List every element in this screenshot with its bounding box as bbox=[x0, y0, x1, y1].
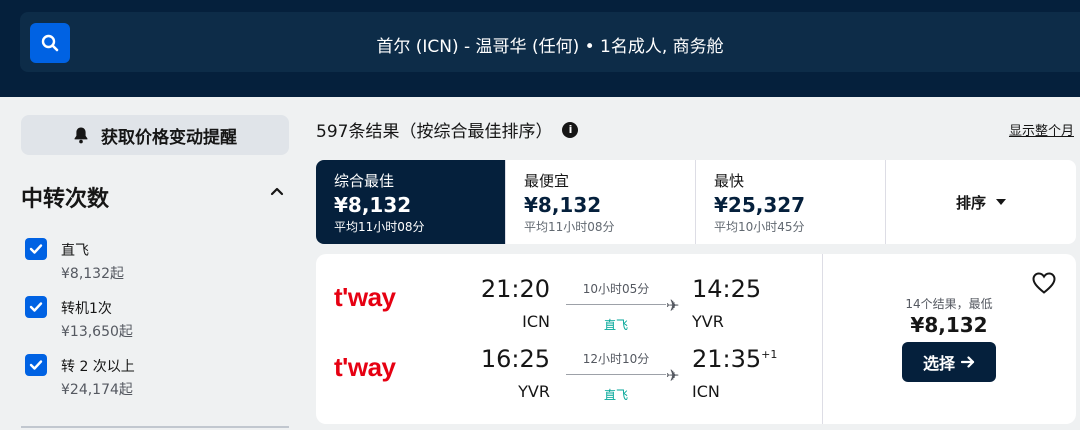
checkmark-icon bbox=[29, 244, 43, 254]
tab-label: 综合最佳 bbox=[334, 172, 395, 190]
arrival-airport: YVR bbox=[692, 312, 724, 331]
arrival-time: 14:25 bbox=[692, 275, 762, 303]
filter-label: 转 2 次以上 bbox=[61, 359, 135, 375]
tab-price: ¥8,132 bbox=[334, 193, 412, 217]
tab-cheapest[interactable]: 最便宜 ¥8,132 平均11小时08分 bbox=[506, 160, 696, 244]
airline-logo: t'way bbox=[334, 352, 396, 382]
arrival-airport: ICN bbox=[692, 382, 720, 401]
tab-price: ¥8,132 bbox=[524, 193, 602, 217]
caret-down-icon bbox=[996, 199, 1006, 205]
filter-price: ¥13,650起 bbox=[61, 324, 133, 340]
flight-duration: 12小时10分 bbox=[582, 352, 650, 366]
stops-label: 直飞 bbox=[603, 318, 628, 332]
departure-time: 21:20 bbox=[480, 275, 550, 303]
show-whole-month-link[interactable]: 显示整个月 bbox=[1009, 120, 1074, 139]
results-count-text: 597条结果（按综合最佳排序） bbox=[316, 122, 553, 142]
tab-duration: 平均11小时08分 bbox=[524, 220, 615, 234]
sort-tabs: 综合最佳 ¥8,132 平均11小时08分 最便宜 ¥8,132 平均11小时0… bbox=[316, 160, 1076, 244]
chevron-up-icon[interactable] bbox=[270, 186, 284, 196]
tab-duration: 平均11小时08分 bbox=[334, 220, 425, 234]
bell-icon bbox=[74, 127, 88, 144]
filter-label: 转机1次 bbox=[61, 301, 112, 317]
heart-icon[interactable] bbox=[1032, 272, 1056, 294]
checkbox-one-stop[interactable] bbox=[25, 296, 47, 318]
search-summary-bar[interactable]: 首尔 (ICN) - 温哥华 (任何) • 1名成人, 商务舱 bbox=[20, 12, 1080, 72]
checkbox-direct[interactable] bbox=[25, 238, 47, 260]
checkmark-icon bbox=[29, 302, 43, 312]
airline-logo: t'way bbox=[334, 282, 396, 312]
route-line bbox=[566, 304, 666, 305]
sort-dropdown[interactable]: 排序 bbox=[886, 160, 1076, 244]
stops-label: 直飞 bbox=[603, 388, 628, 402]
tab-fastest[interactable]: 最快 ¥25,327 平均10小时45分 bbox=[696, 160, 886, 244]
flight-duration: 10小时05分 bbox=[582, 282, 650, 296]
airplane-icon: ✈ bbox=[666, 296, 680, 315]
departure-time: 16:25 bbox=[480, 345, 550, 373]
return-leg: t'way 16:25 YVR 12小时10分 ✈ 直飞 21:35+1 ICN bbox=[316, 342, 816, 402]
departure-airport: YVR bbox=[518, 382, 550, 401]
card-divider bbox=[822, 254, 823, 424]
route-line bbox=[566, 374, 666, 375]
tab-label: 最快 bbox=[714, 172, 745, 190]
price-alert-label: 获取价格变动提醒 bbox=[101, 127, 237, 148]
result-count: 14个结果，最低 bbox=[905, 297, 993, 311]
tab-duration: 平均10小时45分 bbox=[714, 220, 805, 234]
select-button[interactable]: 选择 bbox=[902, 342, 996, 382]
arrow-right-icon bbox=[961, 356, 975, 368]
search-summary-text: 首尔 (ICN) - 温哥华 (任何) • 1名成人, 商务舱 bbox=[376, 37, 724, 57]
tab-best[interactable]: 综合最佳 ¥8,132 平均11小时08分 bbox=[316, 160, 506, 244]
checkbox-two-plus-stops[interactable] bbox=[25, 354, 47, 376]
select-label: 选择 bbox=[922, 354, 955, 373]
sidebar-divider bbox=[21, 426, 289, 428]
flight-result-card[interactable]: t'way 21:20 ICN 10小时05分 ✈ 直飞 14:25 YVR t… bbox=[316, 254, 1076, 424]
lowest-price: ¥8,132 bbox=[910, 313, 988, 337]
results-count: 597条结果（按综合最佳排序） i bbox=[316, 117, 579, 142]
checkmark-icon bbox=[29, 360, 43, 370]
stops-filter-title: 中转次数 bbox=[21, 187, 110, 212]
info-icon[interactable]: i bbox=[562, 121, 579, 138]
tab-price: ¥25,327 bbox=[714, 193, 806, 217]
sort-label: 排序 bbox=[955, 193, 986, 212]
airplane-icon: ✈ bbox=[666, 366, 680, 385]
tab-label: 最便宜 bbox=[524, 172, 570, 190]
day-offset: +1 bbox=[761, 348, 778, 361]
arrival-time: 21:35+1 bbox=[692, 345, 778, 373]
filter-price: ¥24,174起 bbox=[61, 382, 133, 398]
filter-label: 直飞 bbox=[61, 243, 89, 259]
outbound-leg: t'way 21:20 ICN 10小时05分 ✈ 直飞 14:25 YVR bbox=[316, 272, 816, 332]
departure-airport: ICN bbox=[522, 312, 550, 331]
price-alert-button[interactable]: 获取价格变动提醒 bbox=[21, 115, 289, 155]
header: 首尔 (ICN) - 温哥华 (任何) • 1名成人, 商务舱 bbox=[0, 0, 1080, 97]
filter-price: ¥8,132起 bbox=[61, 266, 124, 282]
